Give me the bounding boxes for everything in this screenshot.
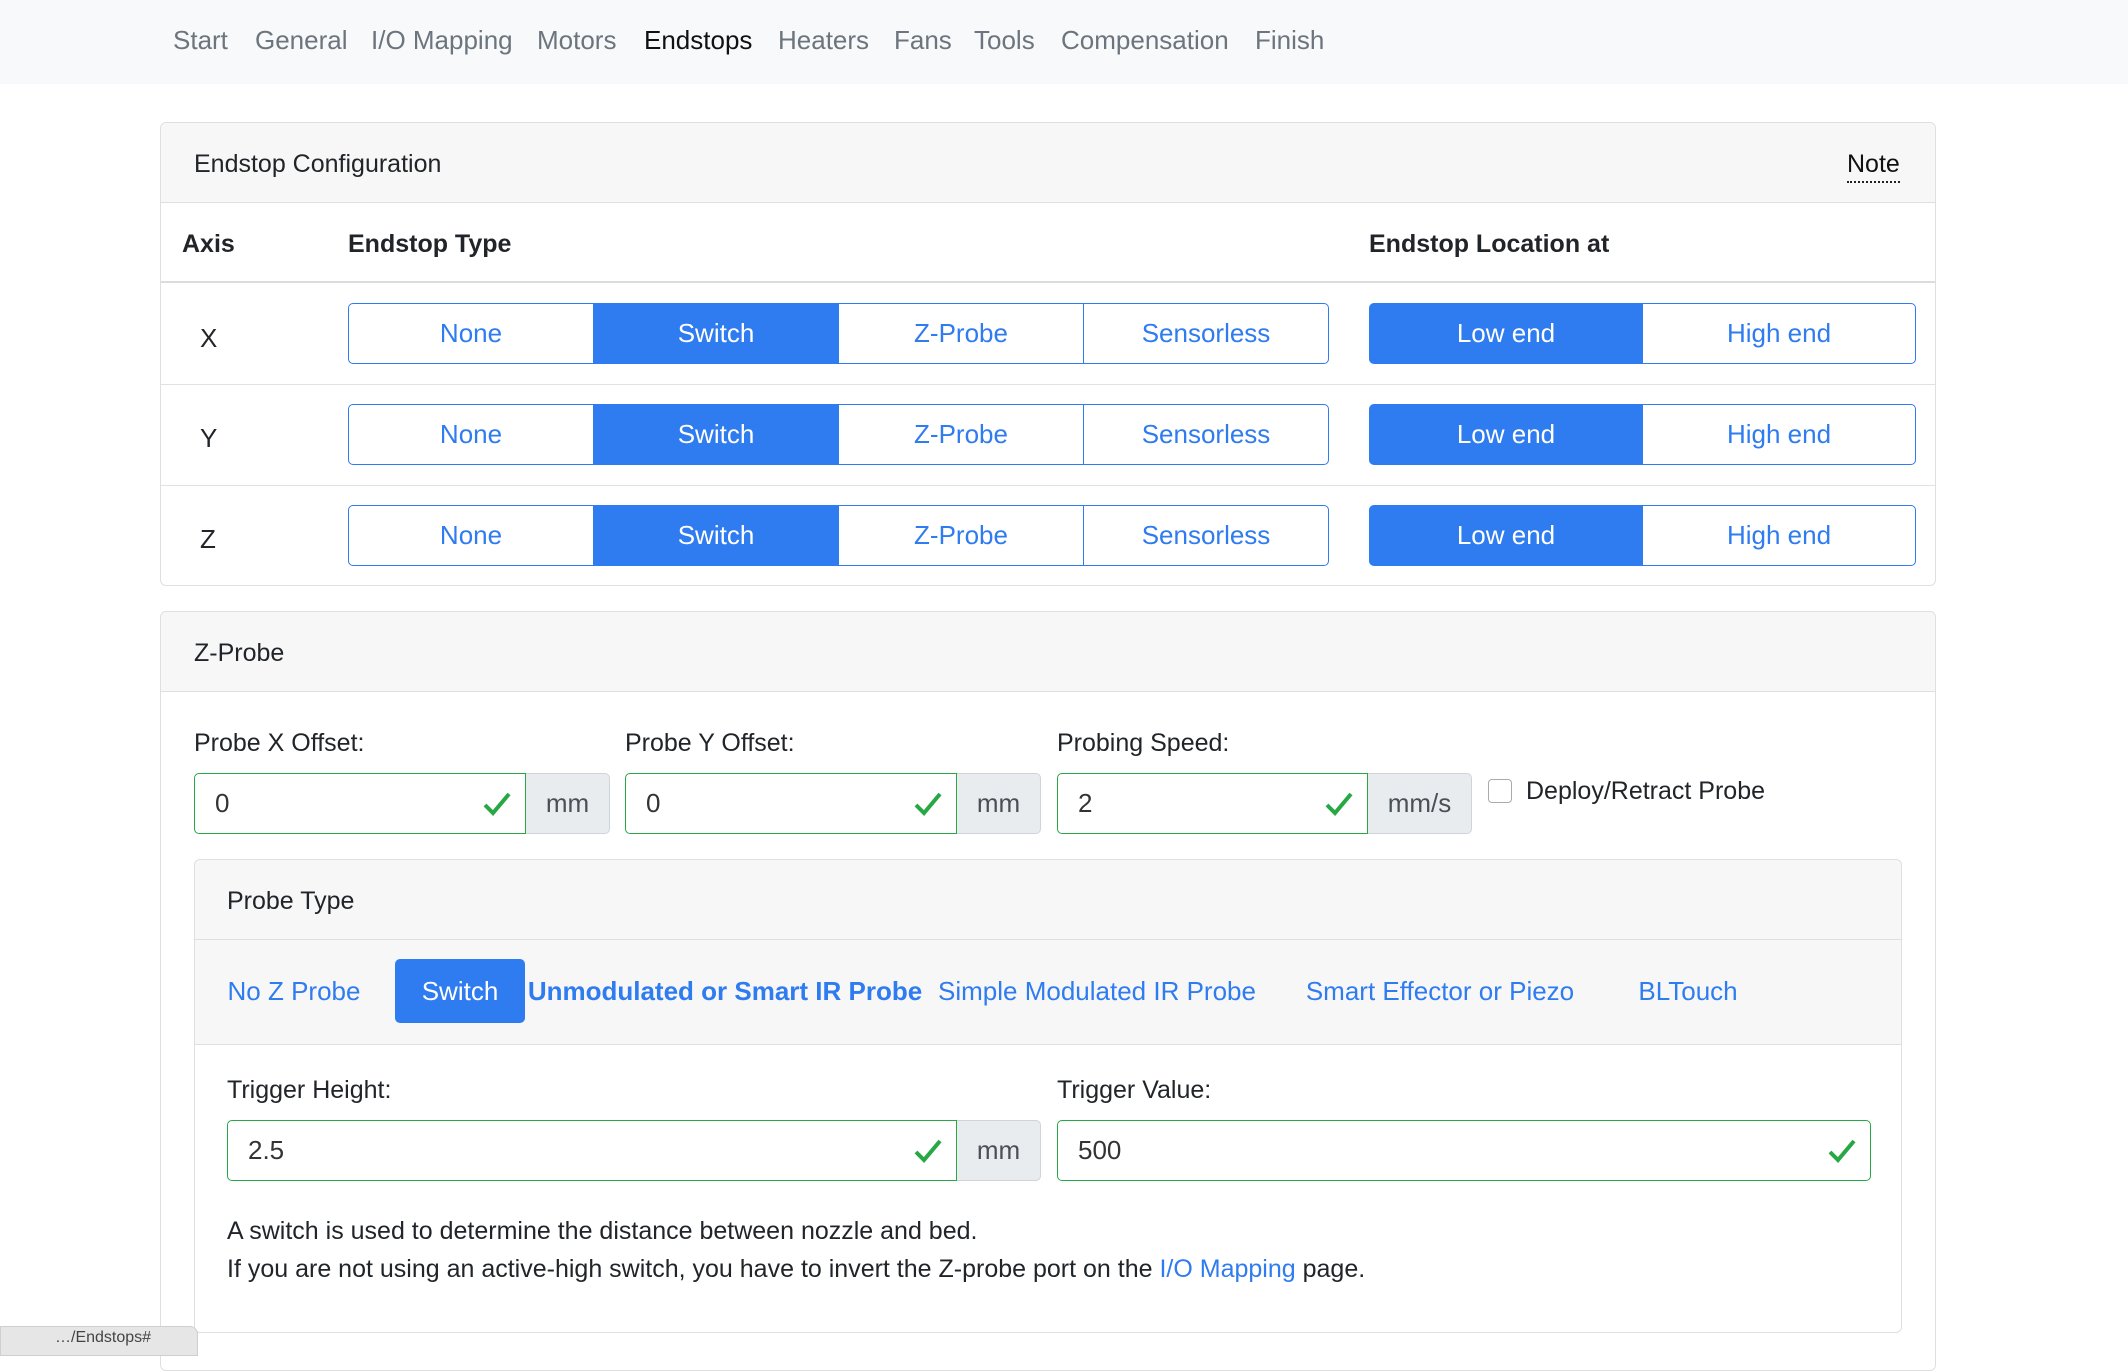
x-type-sensorless[interactable]: Sensorless	[1083, 303, 1329, 364]
nav-finish[interactable]: Finish	[1255, 22, 1324, 58]
trigger-height-unit: mm	[957, 1120, 1041, 1181]
y-type-sensorless[interactable]: Sensorless	[1083, 404, 1329, 465]
status-url-bar: …/Endstops#	[0, 1326, 198, 1356]
probe-y-input[interactable]: 0	[625, 773, 957, 834]
probe-x-value: 0	[215, 788, 230, 818]
nav-endstops[interactable]: Endstops	[644, 22, 752, 58]
header-axis: Axis	[182, 230, 235, 258]
x-location-high[interactable]: High end	[1642, 303, 1916, 364]
probe-y-label: Probe Y Offset:	[625, 729, 795, 757]
x-type-switch[interactable]: Switch	[593, 303, 839, 364]
z-location-high[interactable]: High end	[1642, 505, 1916, 566]
probe-type-no-z-probe[interactable]: No Z Probe	[213, 959, 375, 1023]
nav-general[interactable]: General	[255, 22, 348, 58]
probing-speed-label: Probing Speed:	[1057, 729, 1230, 757]
probe-x-label: Probe X Offset:	[194, 729, 365, 757]
endstop-card-title: Endstop Configuration	[194, 150, 442, 178]
trigger-value-value: 500	[1078, 1135, 1122, 1165]
trigger-height-input[interactable]: 2.5	[227, 1120, 957, 1181]
nav-compensation[interactable]: Compensation	[1061, 22, 1229, 58]
header-endstop-type: Endstop Type	[348, 230, 512, 258]
valid-check-icon	[914, 792, 942, 816]
trigger-value-input[interactable]: 500	[1057, 1120, 1871, 1181]
nav-start[interactable]: Start	[173, 22, 228, 58]
probing-speed-input[interactable]: 2	[1057, 773, 1368, 834]
valid-check-icon	[1325, 792, 1353, 816]
io-mapping-link[interactable]: I/O Mapping	[1159, 1255, 1295, 1283]
probing-speed-value: 2	[1078, 788, 1093, 818]
help-text-pre: If you are not using an active-high swit…	[227, 1255, 1160, 1283]
probe-type-bltouch[interactable]: BLTouch	[1613, 959, 1763, 1023]
note-link[interactable]: Note	[1847, 147, 1900, 183]
nav-heaters[interactable]: Heaters	[778, 22, 869, 58]
trigger-height-label: Trigger Height:	[227, 1076, 392, 1104]
endstop-card-header: Endstop Configuration Note	[161, 123, 1935, 203]
y-location-high[interactable]: High end	[1642, 404, 1916, 465]
zprobe-card-header: Z-Probe	[161, 612, 1935, 692]
axis-label-y: Y	[200, 423, 218, 453]
probe-type-switch[interactable]: Switch	[395, 959, 525, 1023]
probing-speed-unit: mm/s	[1368, 773, 1472, 834]
trigger-value-label: Trigger Value:	[1057, 1076, 1212, 1104]
x-type-none[interactable]: None	[348, 303, 594, 364]
y-location-low[interactable]: Low end	[1369, 404, 1643, 465]
nav-io-mapping[interactable]: I/O Mapping	[371, 22, 513, 58]
deploy-retract-checkbox[interactable]	[1488, 779, 1512, 803]
valid-check-icon	[914, 1139, 942, 1163]
valid-check-icon	[483, 792, 511, 816]
y-type-none[interactable]: None	[348, 404, 594, 465]
probe-type-unmodulated-ir[interactable]: Unmodulated or Smart IR Probe	[528, 959, 922, 1023]
help-text-line2: If you are not using an active-high swit…	[227, 1250, 1365, 1288]
zprobe-card-title: Z-Probe	[194, 639, 285, 667]
axis-label-x: X	[200, 323, 218, 353]
help-text-line1: A switch is used to determine the distan…	[227, 1217, 978, 1245]
y-type-zprobe[interactable]: Z-Probe	[838, 404, 1084, 465]
probe-type-simple-modulated-ir[interactable]: Simple Modulated IR Probe	[925, 959, 1269, 1023]
probe-type-header: Probe Type	[195, 860, 1901, 940]
probe-type-smart-effector[interactable]: Smart Effector or Piezo	[1279, 959, 1601, 1023]
probe-y-unit: mm	[957, 773, 1041, 834]
x-location-low[interactable]: Low end	[1369, 303, 1643, 364]
probe-y-value: 0	[646, 788, 661, 818]
probe-x-input[interactable]: 0	[194, 773, 526, 834]
row-divider	[161, 384, 1935, 385]
probe-type-card: Probe Type No Z Probe Switch Unmodulated…	[194, 859, 1902, 1333]
z-location-low[interactable]: Low end	[1369, 505, 1643, 566]
deploy-retract-label[interactable]: Deploy/Retract Probe	[1526, 774, 1765, 808]
x-type-zprobe[interactable]: Z-Probe	[838, 303, 1084, 364]
probe-type-pills: No Z Probe Switch Unmodulated or Smart I…	[195, 940, 1901, 1045]
help-text-post: page.	[1295, 1255, 1366, 1283]
top-nav: Start General I/O Mapping Motors Endstop…	[0, 0, 2128, 84]
axis-label-z: Z	[200, 524, 216, 554]
probe-x-unit: mm	[526, 773, 610, 834]
valid-check-icon	[1828, 1139, 1856, 1163]
z-type-switch[interactable]: Switch	[593, 505, 839, 566]
nav-tools[interactable]: Tools	[974, 22, 1035, 58]
row-divider	[161, 485, 1935, 486]
nav-motors[interactable]: Motors	[537, 22, 616, 58]
trigger-height-value: 2.5	[248, 1135, 285, 1165]
z-type-sensorless[interactable]: Sensorless	[1083, 505, 1329, 566]
zprobe-card: Z-Probe Probe X Offset: 0 mm Probe Y Off…	[160, 611, 1936, 1371]
nav-fans[interactable]: Fans	[894, 22, 952, 58]
probe-type-title: Probe Type	[227, 887, 355, 915]
y-type-switch[interactable]: Switch	[593, 404, 839, 465]
endstop-card: Endstop Configuration Note Axis Endstop …	[160, 122, 1936, 586]
table-header-divider	[161, 281, 1935, 283]
z-type-none[interactable]: None	[348, 505, 594, 566]
header-endstop-location: Endstop Location at	[1369, 230, 1610, 258]
z-type-zprobe[interactable]: Z-Probe	[838, 505, 1084, 566]
